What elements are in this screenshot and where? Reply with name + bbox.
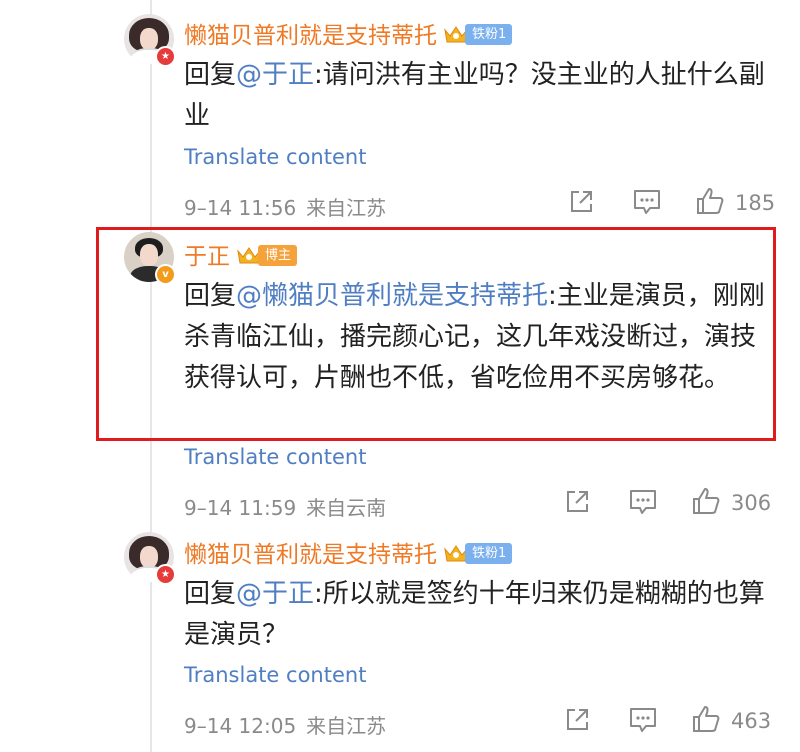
share-icon (567, 491, 588, 512)
reply-prefix: 回复 (184, 579, 237, 609)
comment-button[interactable] (632, 188, 662, 222)
location-source: 来自江苏 (306, 714, 387, 738)
member-badge-icon: ★ (155, 564, 176, 585)
like-button[interactable] (695, 186, 725, 220)
comment-text: 回复@于正:所以就是签约十年归来仍是糊糊的也算是演员？ (184, 574, 774, 656)
share-icon (571, 191, 592, 212)
comment-username[interactable]: 懒猫贝普利就是支持蒂托 铁粉1 (184, 16, 513, 50)
comment-username[interactable]: 懒猫贝普利就是支持蒂托 铁粉1 (184, 535, 513, 569)
reply-prefix: 回复 (184, 60, 237, 90)
username-label: 懒猫贝普利就是支持蒂托 (184, 542, 437, 568)
translate-link[interactable]: Translate content (184, 663, 366, 687)
member-badge-icon: ★ (155, 46, 176, 67)
like-count: 463 (731, 709, 772, 733)
comment-icon (630, 708, 656, 732)
comment-icon (634, 190, 660, 214)
mention-link[interactable]: @于正 (236, 579, 314, 609)
location-source: 来自云南 (306, 496, 387, 520)
comment-button[interactable] (628, 488, 658, 522)
like-count: 306 (731, 491, 772, 515)
comment-button[interactable] (628, 706, 658, 740)
verified-badge-icon: v (155, 264, 176, 285)
share-icon (567, 709, 588, 730)
location-source: 来自江苏 (306, 196, 387, 220)
timestamp: 9–14 12:05 (184, 714, 297, 738)
timestamp: 9–14 11:59 (184, 496, 297, 520)
translate-link[interactable]: Translate content (184, 145, 366, 169)
comment-thread: ★ 懒猫贝普利就是支持蒂托 铁粉1 回复@于正:请问洪有主业吗？没主业的人扯什么副… (0, 0, 800, 752)
comment-text: 回复@于正:请问洪有主业吗？没主业的人扯什么副业 (184, 55, 774, 137)
username-label: 于正 (184, 244, 230, 270)
like-button[interactable] (691, 486, 721, 520)
share-button[interactable] (563, 488, 591, 522)
fan-level-badge: 铁粉1 (465, 543, 513, 564)
mention-link[interactable]: @于正 (236, 60, 314, 90)
like-count: 185 (735, 191, 776, 215)
username-label: 懒猫贝普利就是支持蒂托 (184, 23, 437, 49)
comment-meta: 9–14 12:05 来自江苏 (184, 710, 386, 739)
fan-level-badge: 铁粉1 (465, 24, 513, 45)
like-icon (697, 188, 724, 214)
share-button[interactable] (563, 706, 591, 740)
translate-link[interactable]: Translate content (184, 445, 366, 469)
comment-username[interactable]: 于正 博主 (184, 237, 298, 271)
comment-icon (630, 490, 656, 514)
reply-prefix: 回复 (184, 281, 237, 311)
like-icon (693, 706, 720, 732)
comment-meta: 9–14 11:56 来自江苏 (184, 192, 386, 221)
share-button[interactable] (567, 188, 595, 222)
like-icon (693, 488, 720, 514)
mention-link[interactable]: @懒猫贝普利就是支持蒂托 (236, 281, 548, 311)
comment-text: 回复@懒猫贝普利就是支持蒂托:主业是演员，刚刚杀青临江仙，播完颜心记，这几年戏没… (184, 276, 774, 399)
host-badge: 博主 (258, 245, 298, 266)
comment-meta: 9–14 11:59 来自云南 (184, 492, 386, 521)
timestamp: 9–14 11:56 (184, 196, 297, 220)
like-button[interactable] (691, 704, 721, 738)
